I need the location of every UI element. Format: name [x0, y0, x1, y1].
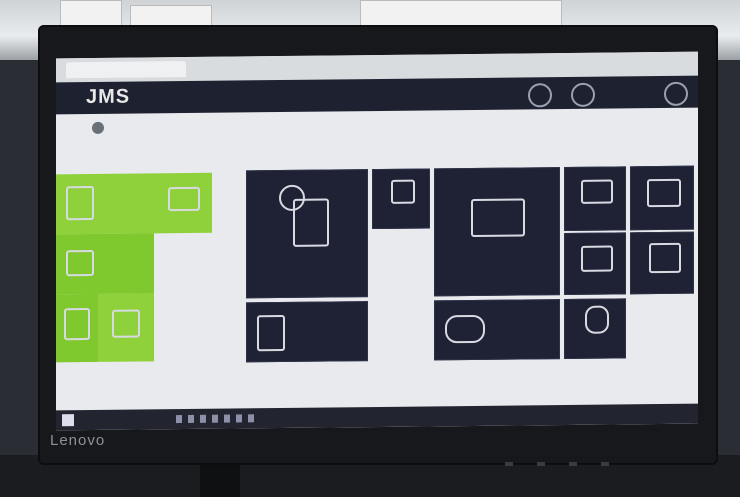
invoice-icon — [293, 198, 329, 247]
monitor-button[interactable] — [537, 462, 545, 466]
taskbar-app-icon[interactable] — [248, 414, 254, 423]
tile-handshake[interactable] — [434, 167, 560, 297]
taskbar-app-icon[interactable] — [224, 414, 230, 423]
windows-start-icon[interactable] — [62, 414, 74, 427]
tile-small-doc[interactable] — [372, 168, 430, 230]
tile-id-card[interactable] — [564, 166, 626, 232]
tile-person[interactable] — [564, 298, 626, 360]
alert-icon[interactable] — [571, 82, 595, 107]
taskbar-app-icon[interactable] — [212, 414, 218, 423]
tile-green-3[interactable] — [56, 233, 154, 295]
home-icon[interactable] — [92, 121, 104, 134]
document-edit-icon — [66, 185, 94, 221]
devices-icon — [649, 242, 681, 274]
tile-green-1[interactable] — [56, 173, 154, 235]
taskbar-app-icon[interactable] — [176, 415, 182, 424]
list-icon — [64, 308, 90, 341]
tile-devices[interactable] — [630, 231, 694, 295]
taskbar-app-icon[interactable] — [200, 414, 206, 423]
tile-cards[interactable] — [630, 165, 694, 231]
monitor-screen: JMS — [56, 51, 698, 431]
monitor-stand — [200, 465, 240, 497]
cards-icon — [647, 178, 681, 208]
taskbar-app-icon[interactable] — [236, 414, 242, 423]
user-avatar-icon[interactable] — [664, 81, 688, 106]
notification-icon[interactable] — [528, 83, 552, 108]
handshake-icon — [471, 198, 525, 238]
tile-green-4[interactable] — [56, 293, 98, 363]
chat-icon — [112, 309, 140, 338]
tile-invoice[interactable] — [246, 169, 368, 299]
kb-person-icon — [257, 314, 285, 352]
people-group-icon — [445, 314, 485, 344]
app-logo: JMS — [86, 85, 131, 109]
monitor-button[interactable] — [569, 462, 577, 466]
tile-profile[interactable] — [246, 301, 368, 363]
document-person-icon — [391, 179, 415, 204]
image-icon — [581, 245, 613, 272]
monitor-button[interactable] — [601, 462, 609, 466]
monitor-brand-logo: Lenovo — [50, 432, 106, 449]
tile-green-2[interactable] — [154, 172, 212, 234]
id-card-icon — [581, 179, 613, 204]
tile-image[interactable] — [564, 232, 626, 296]
tile-team[interactable] — [434, 299, 560, 361]
calculator-icon — [66, 249, 94, 277]
taskbar-app-icon[interactable] — [188, 414, 194, 423]
person-icon — [585, 305, 609, 334]
app-header: JMS — [56, 75, 698, 115]
browser-tab[interactable] — [66, 61, 186, 79]
screen-icon — [168, 186, 200, 212]
monitor-button[interactable] — [505, 462, 513, 466]
tile-green-5[interactable] — [98, 293, 154, 362]
